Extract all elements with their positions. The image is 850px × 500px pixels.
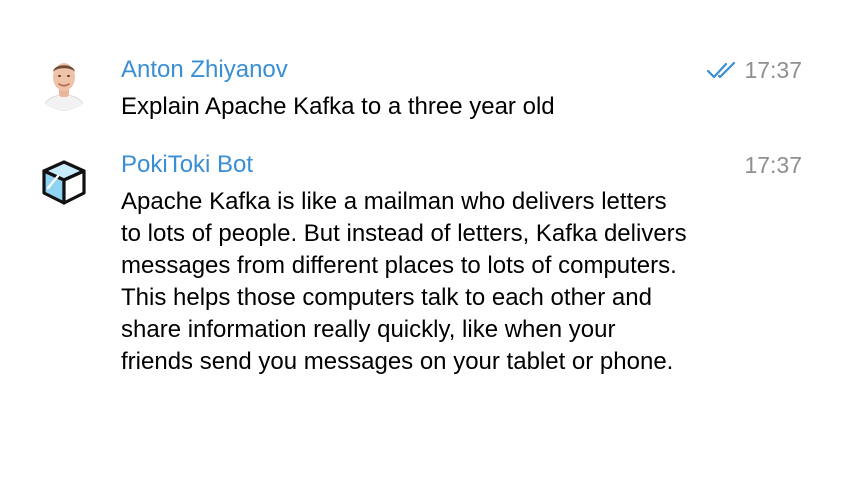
sender-name[interactable]: Anton Zhiyanov xyxy=(121,55,288,85)
message-meta: 17:37 xyxy=(706,55,802,85)
message-time: 17:37 xyxy=(744,57,802,83)
cube-icon xyxy=(42,160,86,205)
message-meta: 17:37 xyxy=(744,150,802,180)
message-text: Apache Kafka is like a mailman who deliv… xyxy=(121,188,687,375)
message-time: 17:37 xyxy=(744,152,802,178)
user-avatar[interactable] xyxy=(36,55,92,111)
user-photo-avatar xyxy=(36,55,92,111)
message-text: Explain Apache Kafka to a three year old xyxy=(121,93,555,120)
bot-avatar[interactable] xyxy=(38,156,90,208)
sender-name[interactable]: PokiToki Bot xyxy=(121,150,253,180)
read-double-check-icon xyxy=(707,61,736,79)
